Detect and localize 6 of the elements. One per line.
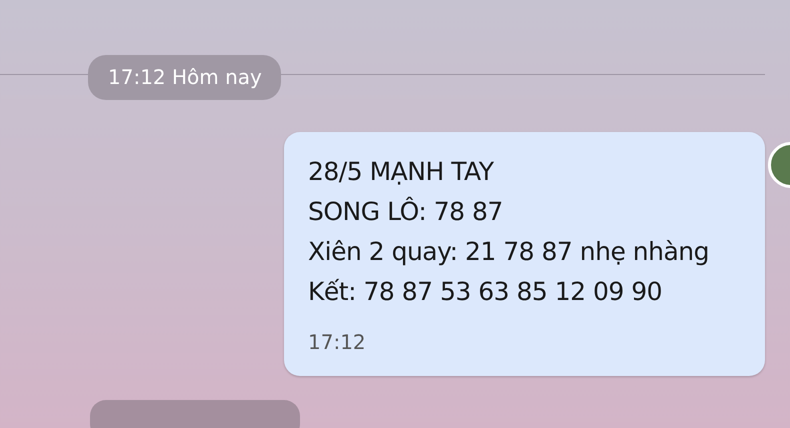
- message-text: Xiên 2 quay: 21 78 87 nhẹ nhàng: [308, 236, 710, 268]
- message-time: 17:12: [308, 330, 367, 354]
- message-text: SONG LÔ: 78 87: [308, 196, 504, 228]
- message-text: Kết: 78 87 53 63 85 12 09 90: [308, 276, 664, 308]
- message-text: 28/5 MẠNH TAY: [308, 156, 495, 188]
- date-separator: 17:12 Hôm nay: [88, 55, 281, 100]
